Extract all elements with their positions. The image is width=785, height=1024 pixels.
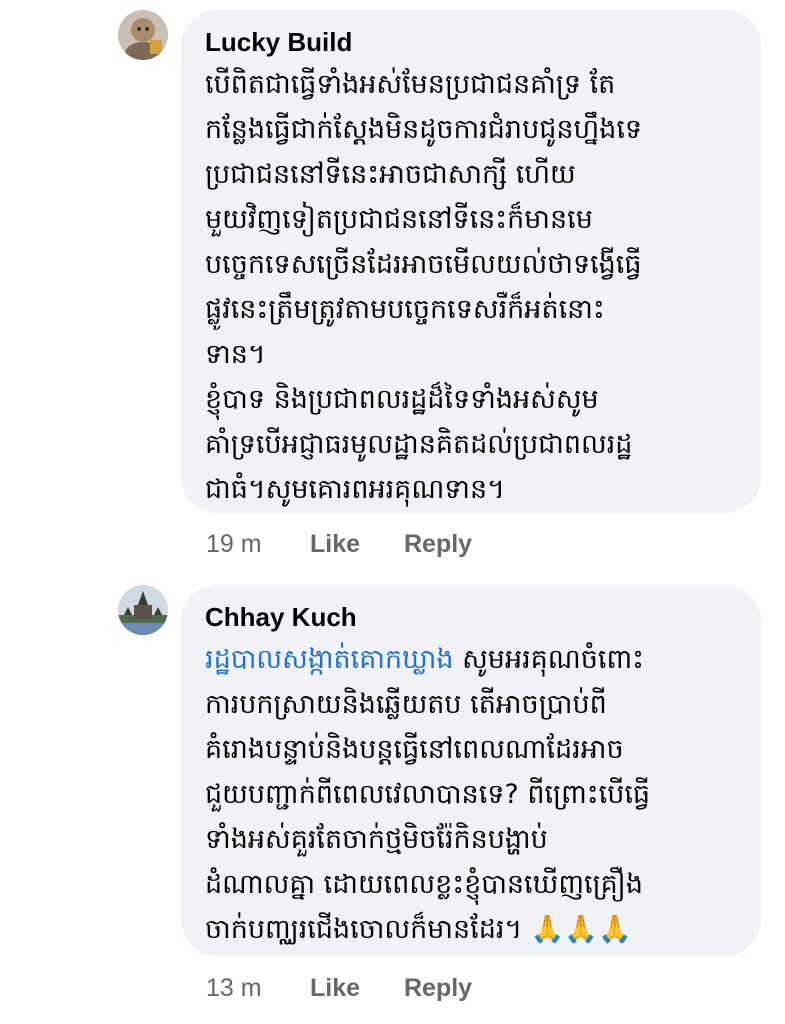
comment-timestamp[interactable]: 19 m — [206, 530, 310, 559]
avatar-image — [118, 585, 168, 635]
comment-bubble: Chhay Kuch រដ្ឋបាលសង្កាត់គោកឃ្លាង សូមអរគ… — [181, 585, 761, 956]
folded-hands-emoji: 🙏🙏🙏 — [530, 914, 632, 945]
comment-text: រដ្ឋបាលសង្កាត់គោកឃ្លាង សូមអរគុណចំពោះ ការ… — [205, 637, 737, 952]
comment-author[interactable]: Lucky Build — [205, 26, 737, 58]
avatar[interactable] — [118, 585, 168, 635]
comment-text: បើពិតជាធ្វើទាំងអស់មែនប្រជាជនគាំទ្រ តែ កន… — [205, 69, 643, 505]
comment-actions: 13 m Like Reply — [206, 974, 472, 1003]
avatar-image — [118, 10, 168, 60]
comment-actions: 19 m Like Reply — [206, 530, 472, 559]
comment-body: សូមអរគុណចំពោះ ការបកស្រាយនិងឆ្លើយតប តើអាច… — [205, 644, 651, 945]
comment-author[interactable]: Chhay Kuch — [205, 601, 737, 633]
reply-button[interactable]: Reply — [404, 530, 472, 559]
like-button[interactable]: Like — [310, 974, 404, 1003]
reply-button[interactable]: Reply — [404, 974, 472, 1003]
like-button[interactable]: Like — [310, 530, 404, 559]
comment-timestamp[interactable]: 13 m — [206, 974, 310, 1003]
mention-link[interactable]: រដ្ឋបាលសង្កាត់គោកឃ្លាង — [205, 644, 454, 675]
comment-bubble: Lucky Build បើពិតជាធ្វើទាំងអស់មែនប្រជាជន… — [181, 10, 761, 513]
avatar[interactable] — [118, 10, 168, 60]
